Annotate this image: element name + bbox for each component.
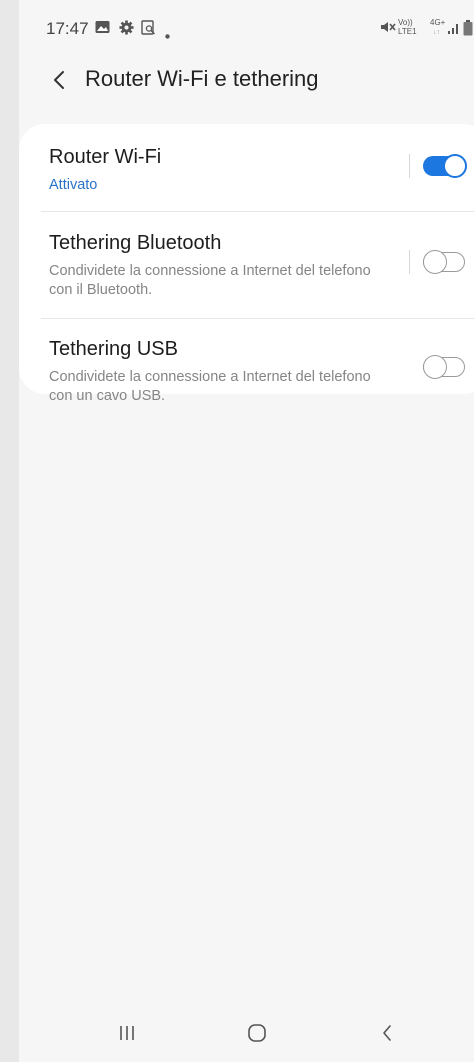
setting-description: Condividete la connessione a Internet de… bbox=[49, 369, 371, 404]
switch-thumb bbox=[423, 250, 447, 274]
app-bar: Router Wi-Fi e tethering bbox=[19, 58, 474, 102]
volte-lte-icon: Vo)) LTE1 bbox=[398, 17, 428, 40]
status-time: 17:47 bbox=[46, 19, 89, 38]
navigation-bar bbox=[19, 1004, 474, 1062]
page-title: Router Wi-Fi e tethering bbox=[85, 66, 319, 91]
battery-icon bbox=[463, 20, 473, 39]
setting-row-tethering-bluetooth[interactable]: Tethering Bluetooth Condividete la conne… bbox=[19, 212, 474, 318]
signal-icon bbox=[447, 20, 461, 38]
volte-line2: LTE1 bbox=[398, 27, 417, 36]
divider-vertical bbox=[409, 250, 410, 274]
setting-title: Tethering Bluetooth bbox=[49, 232, 222, 254]
phone-screen: 17:47 Vo)) LTE1 4G+ ↓↑ Router Wi-Fi e te… bbox=[19, 0, 474, 1062]
gear-icon bbox=[119, 20, 134, 38]
image-icon bbox=[95, 20, 110, 37]
chevron-left-icon bbox=[54, 71, 64, 89]
back-button[interactable] bbox=[47, 63, 71, 97]
tethering-usb-switch[interactable] bbox=[423, 355, 467, 379]
screenshot-icon bbox=[141, 20, 156, 38]
setting-title: Tethering USB bbox=[49, 338, 178, 360]
net-type: 4G+ bbox=[430, 18, 446, 27]
status-bar: 17:47 Vo)) LTE1 4G+ ↓↑ bbox=[19, 0, 474, 54]
settings-card: Router Wi-Fi Attivato Tethering Bluetoot… bbox=[19, 124, 474, 404]
setting-row-router-wifi[interactable]: Router Wi-Fi Attivato bbox=[19, 124, 474, 211]
back-icon bbox=[383, 1025, 391, 1041]
nav-back-button[interactable] bbox=[367, 1018, 407, 1048]
4g-icon: 4G+ ↓↑ bbox=[430, 17, 448, 40]
svg-text:↓↑: ↓↑ bbox=[433, 29, 440, 36]
setting-row-tethering-usb[interactable]: Tethering USB Condividete la connessione… bbox=[19, 319, 474, 404]
tethering-bluetooth-switch[interactable] bbox=[423, 250, 467, 274]
home-button[interactable] bbox=[237, 1018, 277, 1048]
volte-line1: Vo)) bbox=[398, 18, 413, 27]
switch-thumb bbox=[423, 355, 447, 379]
setting-description: Condividete la connessione a Internet de… bbox=[49, 263, 371, 298]
recents-button[interactable] bbox=[107, 1018, 147, 1048]
setting-status: Attivato bbox=[49, 177, 98, 193]
dot-icon bbox=[165, 26, 170, 42]
divider-vertical bbox=[409, 154, 410, 178]
page: 17:47 Vo)) LTE1 4G+ ↓↑ Router Wi-Fi e te… bbox=[0, 0, 474, 1062]
switch-thumb bbox=[443, 154, 467, 178]
setting-title: Router Wi-Fi bbox=[49, 146, 162, 168]
home-icon bbox=[248, 1024, 266, 1042]
router-wifi-switch[interactable] bbox=[423, 154, 467, 178]
recents-icon bbox=[120, 1026, 134, 1040]
mute-icon bbox=[380, 20, 396, 37]
